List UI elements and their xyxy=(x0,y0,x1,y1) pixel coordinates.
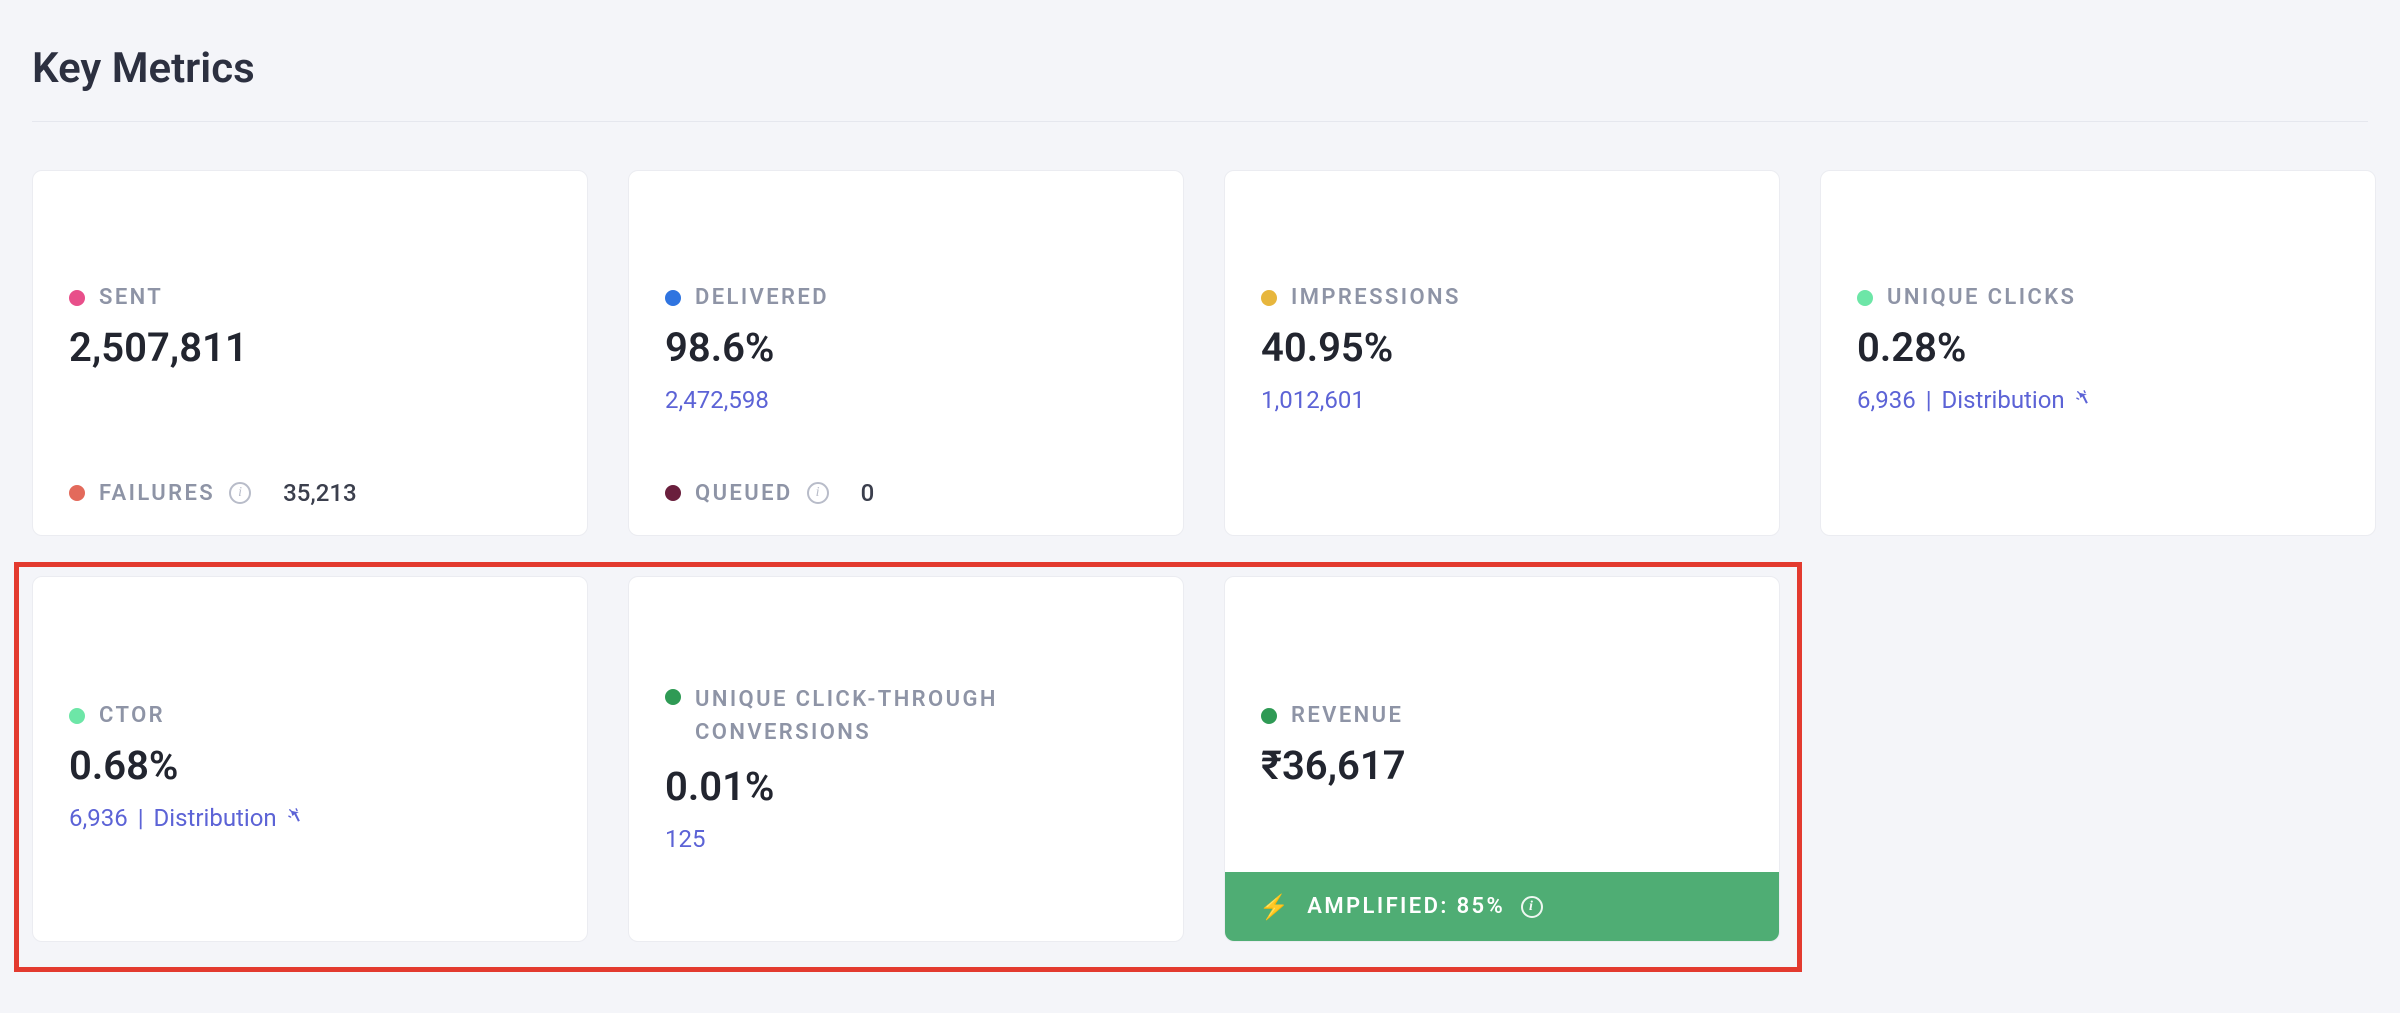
metric-sub-count: 6,936 xyxy=(1857,386,1916,414)
amplified-bar: ⚡ AMPLIFIED: 85% i xyxy=(1225,872,1779,941)
card-unique-click-through-conversions[interactable]: UNIQUE CLICK-THROUGH CONVERSIONS 0.01% 1… xyxy=(628,576,1184,942)
dot-icon xyxy=(665,689,681,705)
metric-sub: 2,472,598 xyxy=(665,386,1147,414)
distribution-link[interactable]: Distribution xyxy=(1942,386,2065,414)
card-ctor[interactable]: CTOR 0.68% 6,936 | Distribution xyxy=(32,576,588,942)
metric-value: 98.6% xyxy=(665,324,1147,372)
card-unique-clicks[interactable]: UNIQUE CLICKS 0.28% 6,936 | Distribution xyxy=(1820,170,2376,536)
divider: | xyxy=(138,804,144,832)
card-impressions[interactable]: IMPRESSIONS 40.95% 1,012,601 xyxy=(1224,170,1780,536)
metric-sub-count: 6,936 xyxy=(69,804,128,832)
metric-sub-row: 6,936 | Distribution xyxy=(69,804,551,832)
distribution-link[interactable]: Distribution xyxy=(154,804,277,832)
dot-icon xyxy=(69,290,85,306)
metric-label: UNIQUE CLICK-THROUGH CONVERSIONS xyxy=(695,683,1147,749)
amplified-label: AMPLIFIED: 85% xyxy=(1307,894,1505,919)
metric-label-row: IMPRESSIONS xyxy=(1261,285,1743,310)
card-footer: FAILURES i 35,213 xyxy=(33,459,587,535)
divider: | xyxy=(1926,386,1932,414)
metric-label: UNIQUE CLICKS xyxy=(1887,285,2076,310)
dot-icon xyxy=(665,290,681,306)
dot-icon xyxy=(1261,290,1277,306)
metric-label-row: CTOR xyxy=(69,703,551,728)
metric-label-row: SENT xyxy=(69,285,551,310)
metric-label-row: DELIVERED xyxy=(665,285,1147,310)
metric-label-row: UNIQUE CLICKS xyxy=(1857,285,2339,310)
info-icon[interactable]: i xyxy=(1521,896,1543,918)
key-metrics-section: Key Metrics SENT 2,507,811 FAILURES i 35… xyxy=(0,0,2400,974)
metric-sub: 125 xyxy=(665,825,1147,853)
dot-icon xyxy=(69,708,85,724)
metric-label: SENT xyxy=(99,285,163,310)
cursor-click-icon xyxy=(287,807,309,829)
dot-icon xyxy=(1857,290,1873,306)
metric-value: 40.95% xyxy=(1261,324,1743,372)
metric-value: 2,507,811 xyxy=(69,324,551,372)
card-sent[interactable]: SENT 2,507,811 FAILURES i 35,213 xyxy=(32,170,588,536)
metric-label-row: UNIQUE CLICK-THROUGH CONVERSIONS xyxy=(665,683,1147,749)
card-delivered[interactable]: DELIVERED 98.6% 2,472,598 QUEUED i 0 xyxy=(628,170,1184,536)
card-footer: QUEUED i 0 xyxy=(629,459,1183,535)
info-icon[interactable]: i xyxy=(807,482,829,504)
metric-sub: 1,012,601 xyxy=(1261,386,1743,414)
metric-label-row: REVENUE xyxy=(1261,703,1743,728)
metric-value: ₹36,617 xyxy=(1261,742,1743,790)
card-revenue[interactable]: REVENUE ₹36,617 ⚡ AMPLIFIED: 85% i xyxy=(1224,576,1780,942)
metric-value: 0.28% xyxy=(1857,324,2339,372)
dot-icon xyxy=(665,485,681,501)
metric-label: IMPRESSIONS xyxy=(1291,285,1461,310)
footer-value: 0 xyxy=(861,479,875,507)
metric-value: 0.68% xyxy=(69,742,551,790)
bolt-icon: ⚡ xyxy=(1259,895,1291,919)
dot-icon xyxy=(1261,708,1277,724)
metric-label: CTOR xyxy=(99,703,165,728)
metrics-grid: SENT 2,507,811 FAILURES i 35,213 DELIVER… xyxy=(32,170,2348,942)
footer-label: FAILURES xyxy=(99,481,215,506)
footer-value: 35,213 xyxy=(283,479,357,507)
info-icon[interactable]: i xyxy=(229,482,251,504)
section-title: Key Metrics xyxy=(32,44,2368,122)
cursor-click-icon xyxy=(2075,389,2097,411)
metric-label: REVENUE xyxy=(1291,703,1403,728)
dot-icon xyxy=(69,485,85,501)
metric-label: DELIVERED xyxy=(695,285,829,310)
footer-label: QUEUED xyxy=(695,481,793,506)
metric-sub-row: 6,936 | Distribution xyxy=(1857,386,2339,414)
metric-value: 0.01% xyxy=(665,763,1147,811)
